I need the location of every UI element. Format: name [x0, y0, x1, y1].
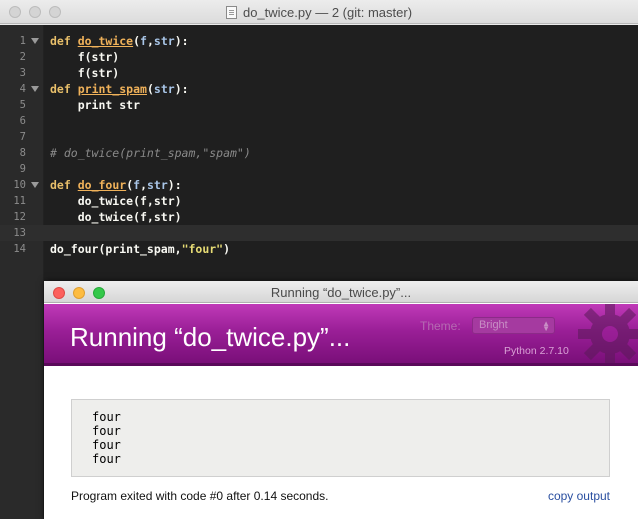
fold-arrow-icon[interactable] [31, 86, 39, 92]
fold-arrow-icon[interactable] [31, 38, 39, 44]
function-name: do_twice [77, 34, 134, 48]
code-text: print str [50, 98, 141, 112]
program-output[interactable]: four four four four [71, 399, 610, 477]
code-text: ) [223, 242, 231, 256]
code-text: , [140, 178, 147, 192]
code-text: ( [146, 82, 154, 96]
line-number: 13 [13, 227, 26, 239]
param: f [140, 34, 147, 48]
string-literal: "four" [181, 242, 224, 256]
output-line: four [92, 410, 121, 424]
line-number: 14 [13, 243, 26, 255]
code-line-13-current[interactable]: 13 [0, 225, 638, 241]
line-number: 11 [13, 195, 26, 207]
line-number: 6 [19, 115, 26, 127]
param: str [153, 82, 175, 96]
code-line-8[interactable]: 8 # do_twice(print_spam,"spam") [0, 145, 638, 161]
exit-status-message: Program exited with code #0 after 0.14 s… [71, 489, 329, 503]
code-comment: # do_twice(print_spam,"spam") [50, 146, 251, 160]
output-line: four [92, 424, 121, 438]
code-line-5[interactable]: 5 print str [0, 97, 638, 113]
code-line-1[interactable]: 1 def do_twice(f,str): [0, 33, 638, 49]
code-text: ): [174, 34, 189, 48]
code-text: ): [174, 82, 189, 96]
code-text: ): [167, 178, 182, 192]
editor-titlebar: do_twice.py — 2 (git: master) [0, 0, 638, 24]
code-line-3[interactable]: 3 f(str) [0, 65, 638, 81]
banner-title: Running “do_twice.py”... [70, 322, 351, 352]
code-line-7[interactable]: 7 [0, 129, 638, 145]
function-name: print_spam [77, 82, 147, 96]
line-number: 2 [19, 51, 26, 63]
code-text: do_twice(f,str) [50, 194, 182, 208]
window-title-text: do_twice.py — 2 (git: master) [242, 5, 413, 20]
fold-arrow-icon[interactable] [31, 182, 39, 188]
window-title: do_twice.py — 2 (git: master) [0, 5, 638, 20]
code-line-4[interactable]: 4 def print_spam(str): [0, 81, 638, 97]
code-line-2[interactable]: 2 f(str) [0, 49, 638, 65]
code-text: do_twice(f,str) [50, 210, 182, 224]
code-text: ( [133, 34, 141, 48]
keyword: def [50, 82, 71, 96]
gear-icon [578, 304, 638, 363]
code-text: f(str) [50, 50, 120, 64]
code-text: , [146, 34, 154, 48]
chevron-updown-icon: ▲ ▼ [542, 319, 550, 333]
line-number: 5 [19, 99, 26, 111]
run-banner: Running “do_twice.py”... Theme: Bright ▲… [44, 304, 638, 366]
theme-select-value: Bright [479, 319, 508, 331]
line-number: 7 [19, 131, 26, 143]
document-icon [225, 6, 237, 19]
param: str [153, 34, 175, 48]
code-line-6[interactable]: 6 [0, 113, 638, 129]
python-version: Python 2.7.10 [504, 345, 569, 357]
run-window-titlebar[interactable]: Running “do_twice.py”... [44, 281, 638, 303]
output-line: four [92, 438, 121, 452]
line-number: 9 [19, 163, 26, 175]
code-line-11[interactable]: 11 do_twice(f,str) [0, 193, 638, 209]
line-number: 10 [13, 179, 26, 191]
line-number: 3 [19, 67, 26, 79]
code-text: f(str) [50, 66, 120, 80]
output-line: four [92, 452, 121, 466]
function-name: do_four [77, 178, 127, 192]
param: str [147, 178, 168, 192]
code-line-9[interactable]: 9 [0, 161, 638, 177]
line-number: 1 [19, 35, 26, 47]
line-number: 4 [19, 83, 26, 95]
code-line-14[interactable]: 14 do_four(print_spam,"four") [0, 241, 638, 257]
line-number: 12 [13, 211, 26, 223]
run-output-window: Running “do_twice.py”... Running “do_twi… [44, 281, 638, 519]
copy-output-link[interactable]: copy output [548, 489, 610, 503]
line-number: 8 [19, 147, 26, 159]
run-window-title: Running “do_twice.py”... [270, 285, 412, 300]
theme-label: Theme: [420, 319, 461, 333]
code-line-12[interactable]: 12 do_twice(f,str) [0, 209, 638, 225]
keyword: def [50, 34, 71, 48]
theme-select[interactable]: Bright ▲ ▼ [472, 317, 555, 334]
keyword: def [50, 178, 71, 192]
code-text: do_four(print_spam, [50, 242, 182, 256]
code-line-10[interactable]: 10 def do_four(f,str): [0, 177, 638, 193]
